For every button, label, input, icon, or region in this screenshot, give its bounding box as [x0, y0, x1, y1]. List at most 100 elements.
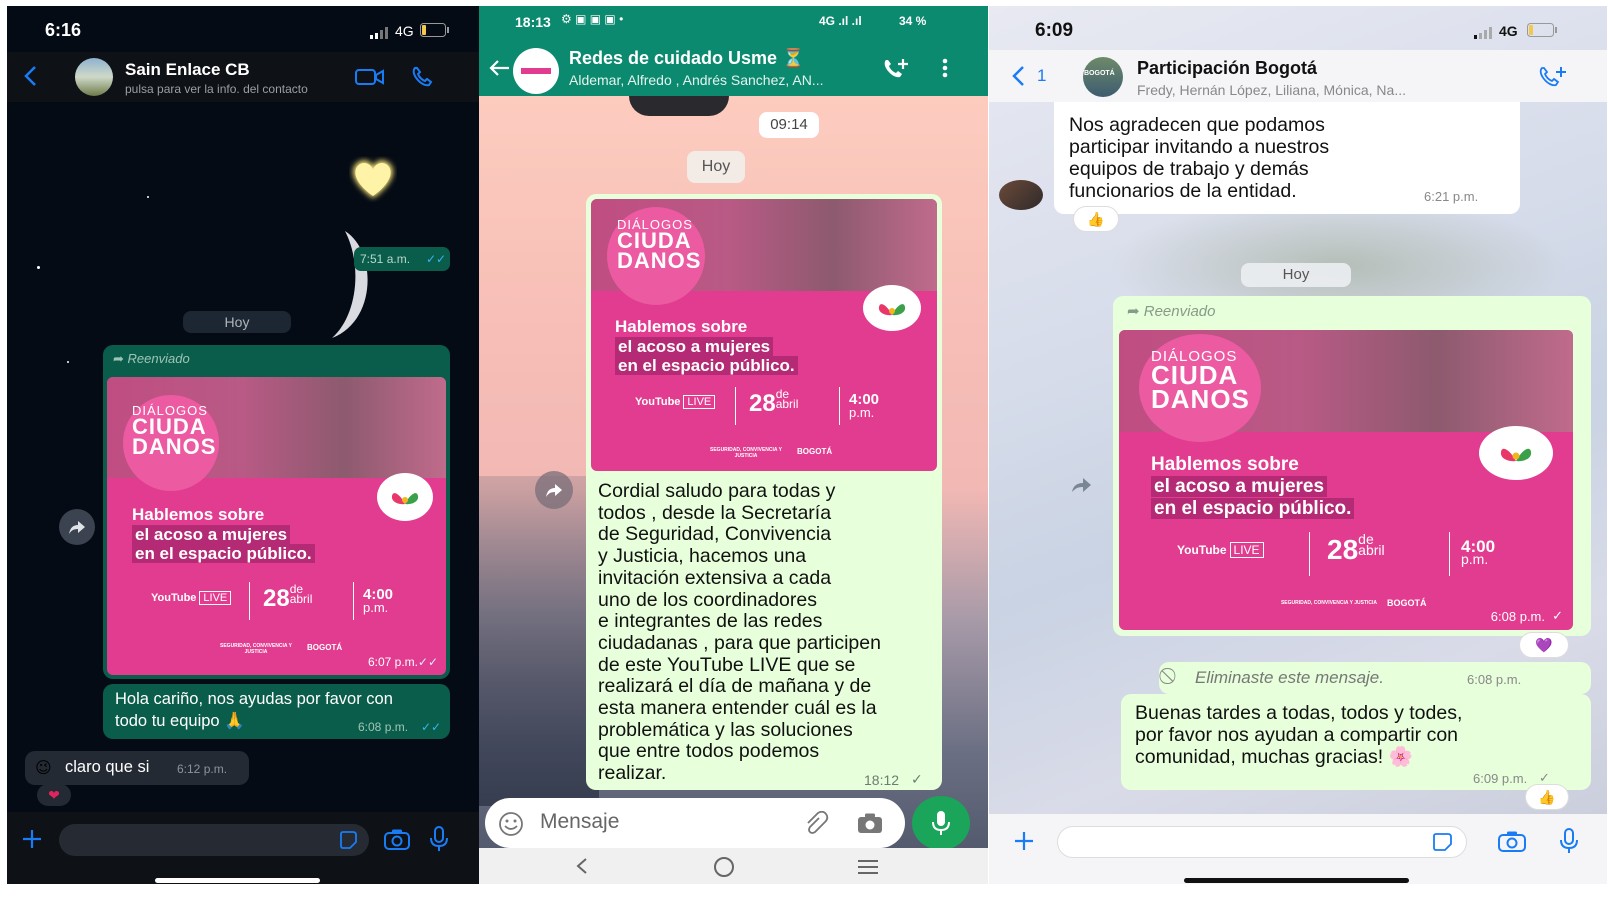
message-input[interactable] — [59, 824, 369, 856]
message-time: 7:51 a.m. — [360, 252, 411, 266]
home-indicator[interactable] — [155, 878, 320, 883]
group-name[interactable]: Redes de cuidado Usme ⏳ — [569, 48, 805, 69]
message-line-with-emoji: comunidad, muchas gracias! 🌸 — [1135, 746, 1462, 768]
attach-icon[interactable] — [803, 810, 833, 836]
video-call-icon[interactable] — [354, 66, 386, 88]
message-bubble-outgoing[interactable]: Buenas tardes a todas, todos y todes, po… — [1121, 694, 1591, 790]
poster-live: LIVE — [1229, 542, 1264, 558]
message-line: funcionarios de la entidad. — [1069, 180, 1297, 202]
sticker-icon[interactable] — [337, 829, 359, 851]
back-arrow-icon[interactable] — [19, 64, 41, 88]
message-text-part: todo tu equipo — [115, 712, 220, 730]
poster-headline-1: Hablemos sobre — [615, 317, 748, 336]
star-decoration — [147, 196, 149, 198]
message-bubble-outgoing[interactable]: 7:51 a.m. ✓✓ — [354, 247, 450, 271]
battery-icon — [420, 23, 450, 37]
message-line: participar invitando a nuestros — [1069, 136, 1330, 158]
contact-avatar[interactable] — [75, 58, 113, 96]
sticker-icon[interactable] — [1430, 831, 1454, 853]
plus-icon[interactable] — [1011, 828, 1037, 854]
poster-youtube-live: YouTube LIVE — [151, 591, 232, 605]
camera-icon[interactable] — [1497, 828, 1527, 854]
poster-title-line2: DANOS — [617, 248, 702, 274]
poster-title-line2: DANOS — [132, 434, 217, 460]
message-caption: Cordial saludo para todas y todos , desd… — [598, 480, 881, 785]
poster-footer-entity: SEGURIDAD, CONVIVENCIA Y JUSTICIA — [710, 447, 782, 459]
back-arrow-icon[interactable] — [1007, 64, 1029, 88]
message-text: Hola cariño, nos ayudas por favor con — [115, 690, 393, 708]
message-input[interactable]: Mensaje — [485, 798, 905, 848]
back-arrow-icon[interactable] — [487, 56, 511, 80]
add-call-icon[interactable] — [1537, 64, 1569, 90]
sender-avatar[interactable] — [999, 180, 1043, 210]
compose-bar — [989, 814, 1607, 884]
read-checkmarks-icon: ✓✓ — [426, 252, 447, 266]
poster-date: 28de abril — [263, 583, 312, 613]
microphone-button[interactable] — [912, 796, 970, 850]
event-poster[interactable]: DIÁLOGOS CIUDA DANOS Hablemos sobre el a… — [1119, 330, 1573, 630]
group-members[interactable]: Fredy, Hernán López, Liliana, Mónica, Na… — [1137, 82, 1406, 98]
signal-icon — [370, 26, 390, 39]
poster-youtube: YouTube — [151, 592, 197, 604]
nav-menu-icon[interactable] — [856, 858, 880, 876]
status-time: 18:13 — [515, 14, 551, 30]
forwarded-text: Reenviado — [127, 351, 190, 366]
group-avatar[interactable]: BOGOTÁ — [1083, 57, 1123, 97]
poster-time: 4:00 p.m. — [363, 587, 393, 614]
heart-reaction-icon[interactable]: ❤ — [37, 784, 71, 806]
message-bubble-outgoing[interactable]: Hola cariño, nos ayudas por favor con to… — [103, 684, 450, 739]
purple-heart-reaction-icon[interactable]: 💜 — [1519, 632, 1569, 658]
forwarded-image-message[interactable]: ➦ Reenviado DIÁLOGOS CIUDA DANOS Hablemo… — [1113, 296, 1591, 636]
poster-title: DIÁLOGOS CIUDA DANOS — [132, 404, 217, 460]
message-input[interactable] — [1057, 826, 1467, 858]
phone-call-icon[interactable] — [409, 64, 435, 90]
thumbs-up-reaction-icon[interactable]: 👍 — [1525, 784, 1569, 810]
input-placeholder: Mensaje — [540, 810, 620, 833]
date-chip: Hoy — [1241, 263, 1351, 287]
contact-subtitle[interactable]: pulsa para ver la info. del contacto — [125, 82, 308, 96]
message-line: Buenas tardes a todas, todos y todes, — [1135, 702, 1463, 724]
plus-icon[interactable] — [19, 826, 45, 852]
poster-footer-city: BOGOTÁ — [307, 643, 343, 652]
poster-title-line2: DANOS — [1151, 383, 1250, 414]
poster-footer-city: BOGOTÁ — [797, 447, 833, 456]
microphone-icon[interactable] — [1557, 826, 1581, 856]
microphone-icon[interactable] — [427, 824, 451, 854]
camera-icon[interactable] — [855, 810, 885, 836]
message-bubble-incoming[interactable]: 😉 claro que si 6:12 p.m. — [25, 751, 249, 785]
forwarded-label: ➦ Reenviado — [1127, 302, 1215, 320]
camera-icon[interactable] — [383, 826, 411, 852]
caption-line: problemática y las soluciones — [598, 718, 853, 741]
event-poster[interactable]: DIÁLOGOS CIUDA DANOS Hablemos sobre el a… — [107, 377, 446, 675]
forwarded-arrow-icon: ➦ — [1127, 303, 1140, 320]
emoji-icon[interactable] — [497, 810, 525, 838]
poster-live: LIVE — [199, 591, 232, 605]
group-name[interactable]: Participación Bogotá — [1137, 58, 1317, 79]
forwarded-image-message[interactable]: ➦ Reenviado DIÁLOGOS CIUDA DANOS Hablemo… — [103, 345, 450, 679]
image-message-with-caption[interactable]: DIÁLOGOS CIUDA DANOS Hablemos sobre el a… — [586, 194, 942, 790]
group-members[interactable]: Aldemar, Alfredo , Andrés Sanchez, AN... — [569, 72, 823, 88]
event-poster[interactable]: DIÁLOGOS CIUDA DANOS Hablemos sobre el a… — [591, 199, 937, 471]
poster-logo — [863, 285, 921, 331]
message-time: 6:07 p.m. — [367, 655, 418, 669]
thumbs-up-reaction-icon[interactable]: 👍 — [1073, 206, 1119, 232]
more-options-icon[interactable] — [942, 58, 948, 78]
message-bubble-incoming[interactable]: Nos agradecen que podamos participar inv… — [1054, 102, 1520, 214]
forward-icon[interactable] — [59, 509, 95, 545]
message-line: equipos de trabajo y demás — [1069, 158, 1309, 180]
message-text: claro que si — [65, 758, 150, 776]
hourglass-emoji: ⏳ — [782, 48, 805, 68]
nav-back-icon[interactable] — [572, 856, 592, 876]
poster-title: DIÁLOGOS CIUDA DANOS — [1151, 349, 1250, 414]
unread-count[interactable]: 1 — [1037, 66, 1046, 86]
forward-icon[interactable] — [1067, 470, 1097, 500]
caption-line: Cordial saludo para todas y — [598, 480, 836, 502]
add-call-icon[interactable] — [881, 56, 911, 82]
group-avatar[interactable] — [513, 48, 559, 94]
forward-icon[interactable] — [535, 471, 573, 509]
contact-name[interactable]: Sain Enlace CB — [125, 60, 250, 80]
deleted-message-bubble[interactable]: ⃠ Eliminaste este mensaje. 6:08 p.m. — [1159, 662, 1591, 694]
home-indicator[interactable] — [1184, 878, 1409, 883]
caption-line: de este YouTube LIVE que se — [598, 653, 856, 676]
nav-home-icon[interactable] — [713, 856, 735, 878]
